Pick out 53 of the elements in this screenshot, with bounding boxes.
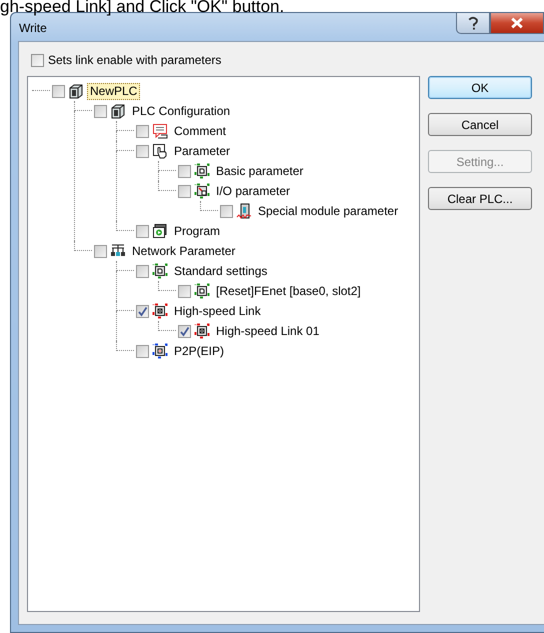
box-icon — [110, 103, 126, 119]
dialog-button[interactable]: Clear PLC... — [428, 187, 532, 210]
checkbox[interactable] — [136, 344, 149, 358]
comment-icon — [152, 123, 168, 139]
checkbox[interactable] — [136, 264, 149, 278]
checkbox[interactable] — [136, 144, 149, 158]
tree-item[interactable]: High-speed Link — [171, 302, 264, 320]
checkbox[interactable] — [31, 54, 44, 66]
tree-item[interactable]: P2P(EIP) — [171, 342, 228, 360]
tree-line — [158, 321, 176, 331]
tree-item[interactable]: Program — [171, 222, 224, 240]
tree-item[interactable]: Special module parameter — [255, 202, 402, 220]
close-icon[interactable] — [490, 13, 544, 34]
tree-item[interactable]: Standard settings — [171, 262, 270, 280]
document-icon — [152, 263, 168, 279]
tree-line — [158, 281, 176, 291]
checkbox[interactable] — [178, 164, 191, 178]
target-icon — [152, 343, 168, 359]
checkbox[interactable] — [94, 244, 107, 258]
checkbox[interactable] — [136, 224, 149, 238]
target-icon — [194, 323, 210, 339]
dialog-button[interactable]: Cancel — [428, 113, 532, 136]
tree-item[interactable]: Comment — [171, 122, 230, 140]
tree-item[interactable]: Parameter — [171, 142, 234, 160]
network-icon — [110, 243, 126, 259]
checkbox[interactable] — [94, 104, 107, 118]
document-icon — [194, 183, 210, 199]
checkbox[interactable] — [178, 324, 191, 338]
tree-item[interactable]: PLC Configuration — [129, 102, 234, 120]
module-icon — [236, 203, 252, 219]
tree-item[interactable]: Basic parameter — [213, 162, 306, 180]
help-icon[interactable] — [456, 13, 490, 34]
box-icon — [68, 83, 84, 99]
window-title: Write — [18, 20, 48, 37]
target-icon — [152, 303, 168, 319]
checkbox[interactable] — [220, 204, 233, 218]
checkbox[interactable] — [136, 124, 149, 138]
tree-line — [200, 201, 218, 211]
document-icon — [194, 283, 210, 299]
document-icon — [194, 163, 210, 179]
checkbox[interactable] — [178, 284, 191, 298]
tree-item[interactable]: I/O parameter — [213, 182, 294, 200]
checkbox-label: Sets link enable with parameters — [48, 52, 222, 69]
checkbox[interactable] — [136, 304, 149, 318]
tree-item[interactable]: High-speed Link 01 — [213, 322, 322, 340]
program-icon — [152, 223, 168, 239]
tree-item[interactable]: [Reset]FEnet [base0, slot2] — [213, 282, 364, 300]
hand-icon — [152, 143, 168, 159]
tree-item[interactable]: Network Parameter — [129, 242, 238, 260]
tree-item[interactable]: NewPLC — [87, 82, 140, 100]
dialog-button[interactable]: OK — [428, 76, 532, 99]
checkbox[interactable] — [52, 84, 65, 98]
checkbox[interactable] — [178, 184, 191, 198]
